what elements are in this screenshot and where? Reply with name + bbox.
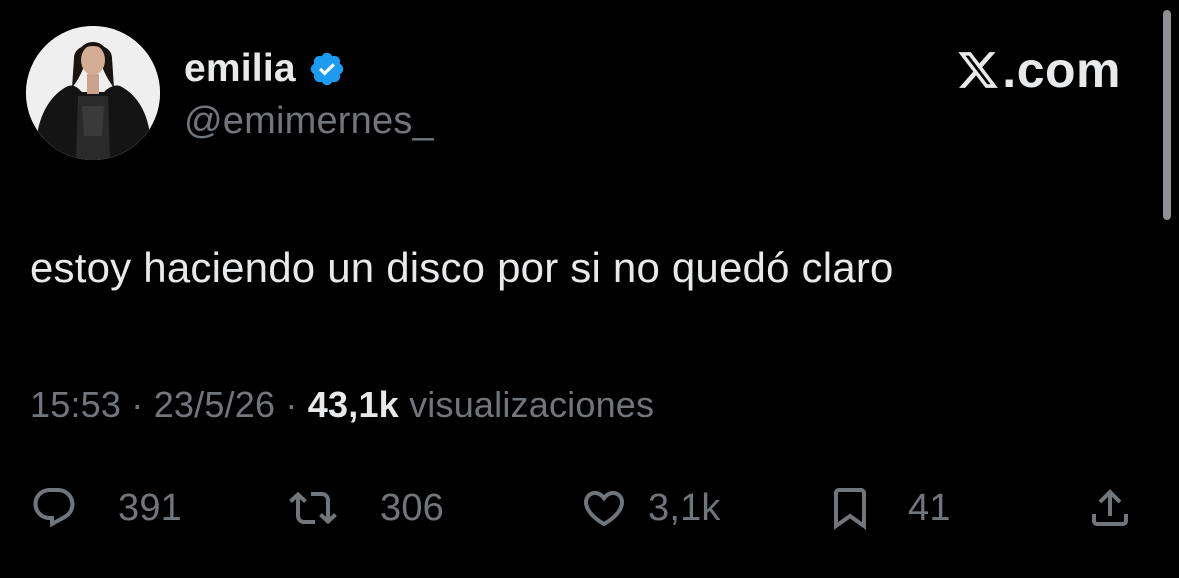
repost-icon bbox=[286, 484, 340, 532]
like-icon bbox=[580, 484, 628, 532]
reply-count: 391 bbox=[118, 486, 183, 529]
repost-button[interactable]: 306 bbox=[286, 478, 444, 538]
reply-icon bbox=[30, 484, 78, 532]
meta-separator: · bbox=[275, 384, 308, 425]
scrollbar[interactable] bbox=[1163, 10, 1171, 220]
share-button[interactable] bbox=[1086, 478, 1134, 538]
repost-count: 306 bbox=[380, 486, 445, 529]
like-count: 3,1k bbox=[648, 486, 721, 529]
avatar[interactable] bbox=[26, 26, 160, 160]
verified-badge-icon[interactable] bbox=[308, 50, 346, 88]
tweet-meta: 15:53 · 23/5/26 · 43,1k visualizaciones bbox=[30, 384, 654, 426]
author-display-name[interactable]: emilia bbox=[184, 47, 296, 91]
author-handle[interactable]: @emimernes_ bbox=[184, 100, 434, 143]
share-icon bbox=[1086, 484, 1134, 532]
x-com-brand: .com bbox=[956, 40, 1121, 100]
tweet-time[interactable]: 15:53 bbox=[30, 384, 121, 425]
tweet-actions: 391 306 3,1k 41 bbox=[0, 478, 1179, 538]
brand-text: .com bbox=[1002, 42, 1121, 98]
views-count: 43,1k bbox=[307, 384, 399, 425]
bookmark-icon bbox=[826, 484, 874, 532]
tweet-text: estoy haciendo un disco por si no quedó … bbox=[30, 244, 894, 291]
tweet-date[interactable]: 23/5/26 bbox=[154, 384, 276, 425]
avatar-image bbox=[26, 26, 160, 160]
author-name-row[interactable]: emilia bbox=[184, 44, 346, 94]
meta-separator: · bbox=[121, 384, 154, 425]
bookmark-count: 41 bbox=[908, 486, 951, 529]
views-label: visualizaciones bbox=[409, 384, 655, 425]
reply-button[interactable]: 391 bbox=[30, 478, 182, 538]
x-logo-icon bbox=[956, 47, 1000, 93]
bookmark-button[interactable]: 41 bbox=[826, 478, 951, 538]
like-button[interactable]: 3,1k bbox=[580, 478, 721, 538]
